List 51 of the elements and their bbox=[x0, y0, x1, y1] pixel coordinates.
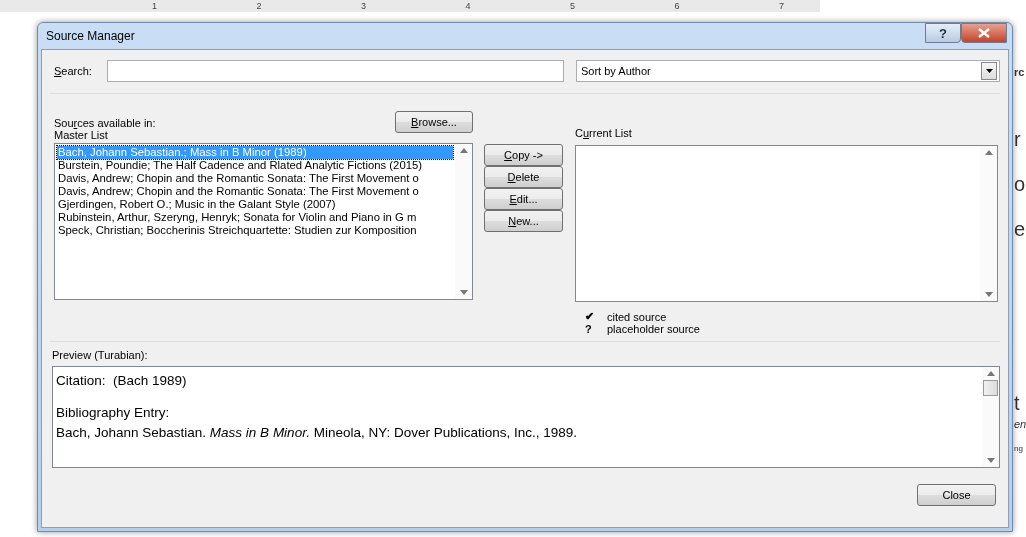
list-title: Master List bbox=[54, 129, 109, 141]
list-item[interactable]: Davis, Andrew; Chopin and the Romantic Sonata: The First Movement o bbox=[57, 185, 453, 198]
browse-button[interactable]: Browse... bbox=[395, 111, 473, 133]
scroll-down-icon[interactable] bbox=[984, 292, 993, 297]
ruler-number: 2 bbox=[256, 1, 262, 11]
ruler-number: 1 bbox=[152, 1, 157, 11]
legend-symbol: ✔ bbox=[585, 310, 595, 323]
ruler-number: 4 bbox=[465, 1, 471, 11]
legend-symbol: ? bbox=[585, 323, 593, 335]
scroll-up-icon[interactable] bbox=[459, 148, 468, 153]
list-item[interactable]: Rubinstein, Arthur, Szeryng, Henryk; Sonata for Violin and Piano in G m bbox=[57, 211, 453, 224]
list-item[interactable]: Davis, Andrew; Chopin and the Romantic Sonata: The First Movement o bbox=[57, 172, 453, 185]
ruler-number: 7 bbox=[779, 1, 784, 11]
scroll-thumb[interactable] bbox=[983, 380, 998, 396]
document-text: e bbox=[1014, 218, 1026, 241]
ruler-number: 6 bbox=[674, 1, 680, 11]
dropdown-arrow-icon bbox=[985, 69, 993, 73]
document-text: ng bbox=[1014, 444, 1023, 453]
list-item[interactable]: Speck, Christian; Boccherinis Streichquartette: Studien zur Komposition bbox=[57, 224, 453, 237]
list-title: Current List bbox=[575, 127, 633, 139]
close-icon[interactable] bbox=[961, 23, 1007, 43]
action-button[interactable]: Edit... bbox=[484, 188, 563, 210]
list-item[interactable]: Gjerdingen, Robert O.; Music in the Galant Style (2007) bbox=[57, 198, 453, 211]
search-label: Search: bbox=[54, 65, 92, 77]
close-button[interactable]: Close bbox=[917, 484, 996, 506]
preview-text: Bibliography Entry: bbox=[56, 404, 171, 422]
document-text: r bbox=[1014, 128, 1021, 151]
preview-label: Preview (Turabian): bbox=[52, 349, 149, 361]
sort-dropdown[interactable]: Sort by Author bbox=[576, 60, 1000, 82]
preview-text: Bach, Johann Sebastian. Mass in B Minor. Mineola, NY: Dover Publications, Inc., 1989. bbox=[56, 424, 579, 442]
sources-label: Sources available in: bbox=[54, 117, 156, 129]
scroll-up-icon[interactable] bbox=[986, 371, 995, 376]
help-button[interactable]: ? bbox=[925, 23, 961, 43]
scroll-down-icon[interactable] bbox=[459, 290, 468, 295]
document-text: t bbox=[1014, 392, 1020, 415]
document-text: en bbox=[1014, 418, 1026, 430]
action-button[interactable]: New... bbox=[484, 210, 563, 232]
list-item[interactable]: Burstein, Poundie; The Half Cadence and Rlated Analytic Fictions (2015) bbox=[57, 159, 453, 172]
scroll-down-icon[interactable] bbox=[986, 458, 995, 463]
document-text: o bbox=[1014, 173, 1026, 196]
scroll-up-icon[interactable] bbox=[984, 150, 993, 155]
ruler-number: 3 bbox=[361, 1, 366, 11]
search-field[interactable] bbox=[107, 60, 564, 82]
action-button[interactable]: Delete bbox=[484, 166, 563, 188]
action-button[interactable]: Copy -> bbox=[484, 144, 563, 166]
document-text: rc bbox=[1014, 66, 1025, 78]
preview-text: Citation: (Bach 1989) bbox=[56, 372, 188, 390]
legend-text: cited source bbox=[607, 310, 667, 323]
legend-text: placeholder source bbox=[607, 323, 700, 335]
ruler-number: 5 bbox=[570, 1, 575, 11]
window-title: Source Manager bbox=[45, 29, 136, 43]
